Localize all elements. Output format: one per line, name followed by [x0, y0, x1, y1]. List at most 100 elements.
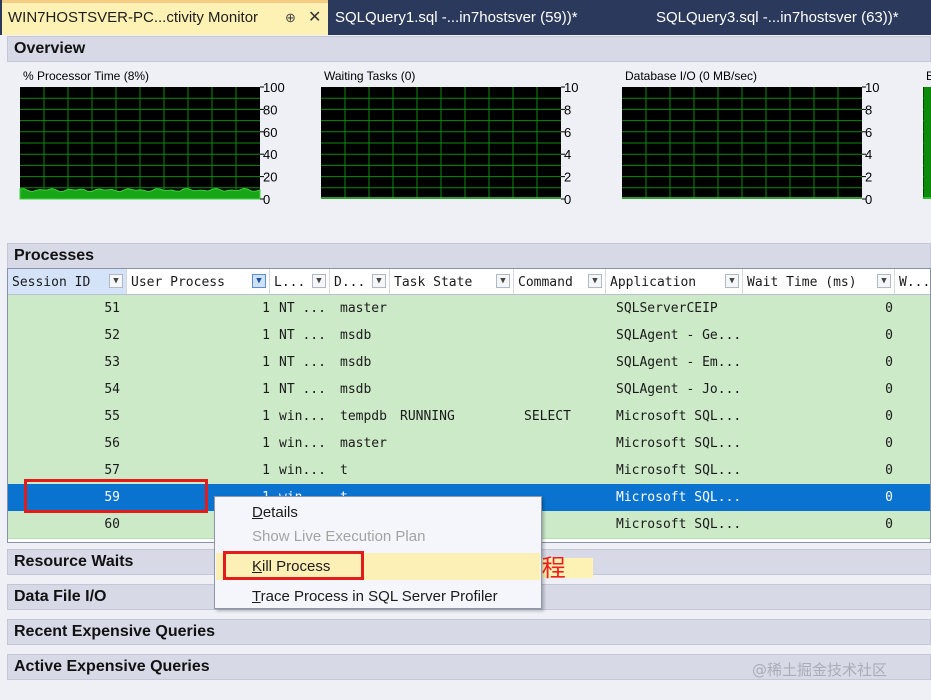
- cell-db: tempdb: [340, 409, 387, 424]
- cell-wait: 0: [885, 409, 893, 424]
- column-label: Command: [518, 275, 573, 290]
- filter-dropdown-icon[interactable]: ▼: [372, 274, 386, 288]
- tab-activity-monitor[interactable]: WIN7HOSTSVER-PC...ctivity Monitor ⊕ ✕: [2, 0, 328, 35]
- cell-wait: 0: [885, 436, 893, 451]
- table-row[interactable]: 55 1 win... tempdb RUNNING SELECT Microsoft SQ…: [8, 403, 930, 431]
- table-row[interactable]: 56 1 win... master Microsoft SQL... 0: [8, 430, 930, 458]
- menu-label: etails: [262, 504, 298, 521]
- filter-dropdown-icon[interactable]: ▼: [109, 274, 123, 288]
- cell-command: [524, 295, 616, 322]
- cell-app: SQLAgent - Jo...: [616, 382, 742, 397]
- cell-login: NT ...: [279, 382, 326, 397]
- cell-user: 1: [262, 409, 270, 424]
- column-header-application[interactable]: Application ▼: [606, 269, 743, 294]
- cell-session: 54: [104, 382, 120, 397]
- column-label: Task State: [394, 275, 473, 290]
- menu-label: Show Live Execution Plan: [252, 528, 426, 545]
- chart-title-batch: B: [926, 69, 931, 83]
- chart-tick-label: 6: [865, 125, 872, 140]
- table-row[interactable]: 54 1 NT ... msdb SQLAgent - Jo... 0: [8, 376, 930, 404]
- chart-tick-label: 0: [865, 192, 872, 207]
- cell-task: [400, 430, 524, 457]
- section-recent-expensive-queries[interactable]: Recent Expensive Queries: [7, 619, 931, 645]
- cell-app: Microsoft SQL...: [616, 517, 742, 532]
- section-processes[interactable]: Processes: [7, 243, 931, 269]
- menu-accelerator: T: [252, 588, 261, 605]
- cell-db: msdb: [340, 382, 372, 397]
- column-header-command[interactable]: Command ▼: [514, 269, 606, 294]
- cell-app: SQLAgent - Em...: [616, 355, 742, 370]
- menu-item-trace-process[interactable]: Trace Process in SQL Server Profiler: [216, 583, 540, 610]
- close-icon[interactable]: ✕: [308, 3, 321, 33]
- column-label: L...: [274, 275, 306, 290]
- filter-active-icon[interactable]: ▼: [252, 274, 266, 288]
- cell-user: 1: [262, 355, 270, 370]
- section-title: Active Expensive Queries: [14, 658, 210, 675]
- tab-label: SQLQuery1.sql -...in7hostsver (59))*: [335, 9, 578, 26]
- chart-tick-label: 2: [564, 170, 571, 185]
- chart-tick-label: 40: [263, 147, 277, 162]
- column-header-session-id[interactable]: Session ID ▼: [8, 269, 127, 294]
- filter-dropdown-icon[interactable]: ▼: [496, 274, 510, 288]
- cell-task: [400, 376, 524, 403]
- chart-tick-label: 10: [564, 82, 578, 95]
- column-label: D...: [334, 275, 366, 290]
- table-row[interactable]: 52 1 NT ... msdb SQLAgent - Ge... 0: [8, 322, 930, 350]
- cell-task: [400, 349, 524, 376]
- menu-item-show-live-execution-plan: Show Live Execution Plan: [216, 523, 540, 550]
- cell-db: t: [340, 463, 348, 478]
- tab-sqlquery1[interactable]: SQLQuery1.sql -...in7hostsver (59))*: [335, 0, 578, 35]
- column-header-wait-type[interactable]: W...: [895, 269, 930, 294]
- chart-title-database-io: Database I/O (0 MB/sec): [625, 69, 758, 83]
- filter-dropdown-icon[interactable]: ▼: [877, 274, 891, 288]
- filter-dropdown-icon[interactable]: ▼: [312, 274, 326, 288]
- grid-header: Session ID ▼ User Process ▼ L... ▼ D... ▼ Ta…: [8, 269, 930, 295]
- filter-dropdown-icon[interactable]: ▼: [588, 274, 602, 288]
- cell-app: Microsoft SQL...: [616, 490, 742, 505]
- section-title: Data File I/O: [14, 588, 107, 605]
- chart-tick-label: 4: [564, 147, 571, 162]
- cell-login: NT ...: [279, 328, 326, 343]
- column-header-task-state[interactable]: Task State ▼: [390, 269, 514, 294]
- chart-waiting-tasks: 10 8 6 4 2 0: [321, 82, 578, 207]
- column-header-user-process[interactable]: User Process ▼: [127, 269, 270, 294]
- table-row[interactable]: 51 1 NT ... master SQLServerCEIP 0: [8, 295, 930, 323]
- cell-session: 55: [104, 409, 120, 424]
- cell-login: NT ...: [279, 355, 326, 370]
- tab-sqlquery3[interactable]: SQLQuery3.sql -...in7hostsver (63))*: [656, 0, 899, 35]
- pin-icon[interactable]: ⊕: [285, 3, 296, 33]
- cell-wait: 0: [885, 463, 893, 478]
- column-label: User Process: [131, 275, 225, 290]
- cell-user: 1: [262, 382, 270, 397]
- column-label: Session ID: [12, 275, 91, 290]
- table-row[interactable]: 53 1 NT ... msdb SQLAgent - Em... 0: [8, 349, 930, 377]
- cell-app: SQLAgent - Ge...: [616, 328, 742, 343]
- cell-login: NT ...: [279, 301, 326, 316]
- chart-processor-time: 100 80 60 40 20 0: [19, 82, 285, 207]
- section-title: Resource Waits: [14, 553, 134, 570]
- section-overview[interactable]: Overview: [7, 36, 931, 62]
- menu-label: race Process in SQL Server Profiler: [260, 588, 498, 605]
- chart-tick-label: 6: [564, 125, 571, 140]
- menu-item-details[interactable]: Details: [216, 499, 540, 526]
- cell-command: SELECT: [524, 409, 571, 424]
- cell-wait: 0: [885, 517, 893, 532]
- chart-tick-label: 4: [865, 147, 872, 162]
- chart-tick-label: 8: [564, 102, 571, 117]
- cell-session: 56: [104, 436, 120, 451]
- filter-dropdown-icon[interactable]: ▼: [725, 274, 739, 288]
- section-title: Overview: [14, 40, 86, 57]
- cell-session: 52: [104, 328, 120, 343]
- cell-command: [524, 376, 616, 403]
- chart-tick-label: 0: [263, 192, 270, 207]
- annotation-highlight-kill: [223, 551, 364, 580]
- cell-login: win...: [279, 436, 326, 451]
- section-title: Processes: [14, 247, 95, 264]
- menu-accelerator: D: [252, 504, 263, 521]
- column-header-wait-time[interactable]: Wait Time (ms) ▼: [743, 269, 895, 294]
- column-header-database[interactable]: D... ▼: [330, 269, 390, 294]
- cell-command: [524, 322, 616, 349]
- chart-batch-requests: [923, 87, 931, 199]
- column-header-login[interactable]: L... ▼: [270, 269, 330, 294]
- cell-db: msdb: [340, 355, 372, 370]
